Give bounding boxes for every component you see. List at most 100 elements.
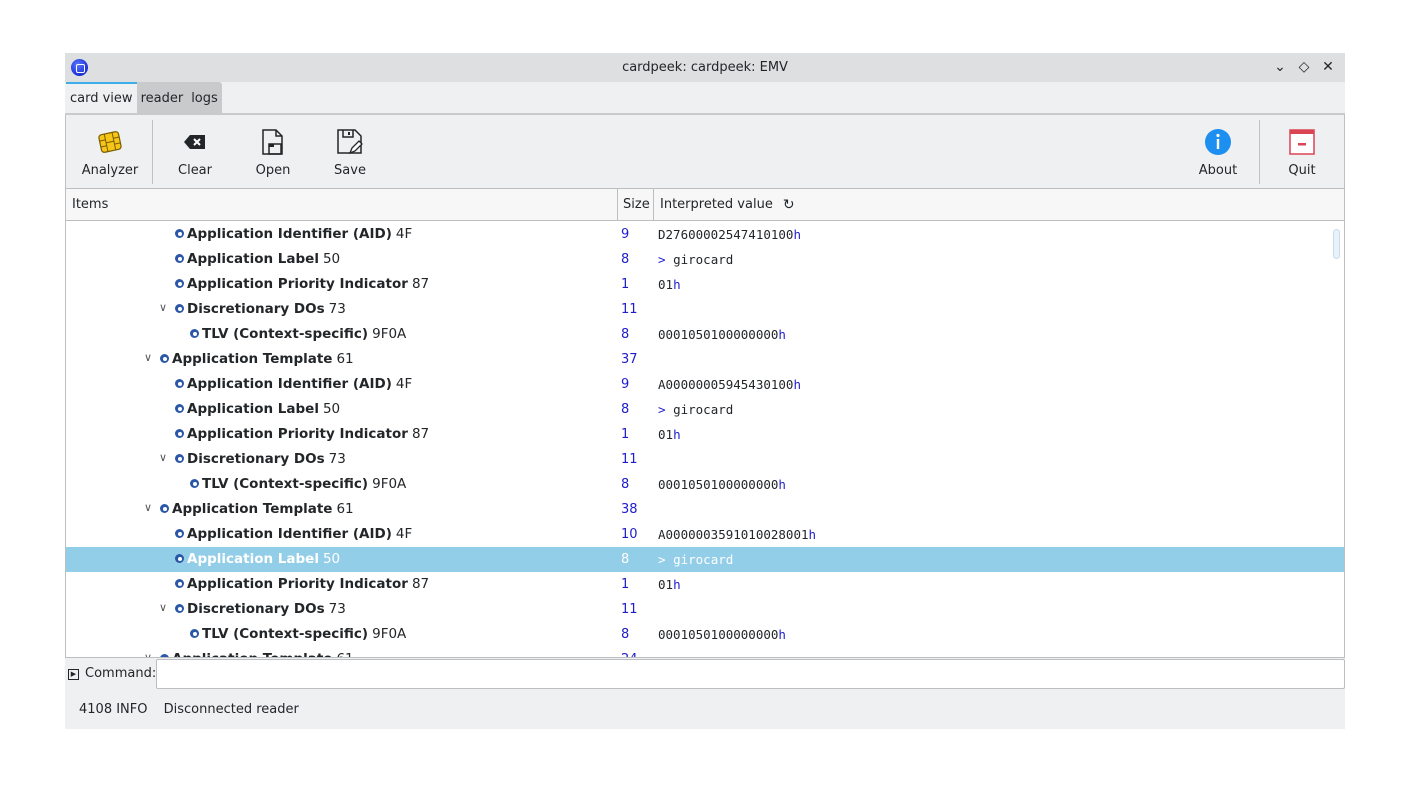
node-size: 11 (621, 602, 638, 617)
tree-row[interactable]: ∨ Discretionary DOs 73 11 (66, 597, 1344, 622)
clear-button[interactable]: Clear (170, 115, 220, 188)
node-value: 0001050100000000h (658, 477, 786, 492)
node-bullet-icon (175, 454, 184, 463)
tree-row[interactable]: Application Label 50 8 > girocard (66, 247, 1344, 272)
value-suffix: h (808, 527, 817, 542)
tree-row[interactable]: ∨ Discretionary DOs 73 11 (66, 447, 1344, 472)
refresh-icon[interactable]: ↻ (783, 189, 795, 221)
tree-row[interactable]: ∨ Discretionary DOs 73 11 (66, 297, 1344, 322)
save-button[interactable]: Save (325, 115, 375, 188)
card-tree-view[interactable]: Items Size Interpreted value ↻ Applicatio… (65, 188, 1345, 658)
node-size: 11 (621, 452, 638, 467)
node-size: 10 (621, 527, 638, 542)
value-text: D27600002547410100 (658, 227, 794, 242)
tree-row[interactable]: Application Priority Indicator 87 1 01h (66, 272, 1344, 297)
tree-row[interactable]: Application Identifier (AID) 4F 9 A00000005… (66, 372, 1344, 397)
tree-row[interactable]: TLV (Context-specific) 9F0A 8 0001050100000… (66, 622, 1344, 647)
column-header-value[interactable]: Interpreted value ↻ (654, 189, 795, 221)
tab-reader[interactable]: reader (137, 82, 188, 115)
node-size: 8 (621, 327, 630, 342)
node-label: Discretionary DOs (187, 451, 325, 467)
node-bullet-icon (160, 504, 169, 513)
tree-row[interactable]: ∨ Application Template 61 38 (66, 497, 1344, 522)
title-bar[interactable]: cardpeek: cardpeek: EMV ⌄ ◇ ✕ (65, 53, 1345, 82)
tab-card-view[interactable]: card view (66, 82, 137, 115)
value-text: girocard (673, 402, 734, 417)
tree-row[interactable]: Application Priority Indicator 87 1 01h (66, 422, 1344, 447)
expand-chevron-icon[interactable]: ∨ (142, 351, 154, 365)
column-header-items[interactable]: Items (66, 189, 618, 221)
node-tag: 9F0A (372, 476, 407, 492)
expand-chevron-icon[interactable]: ∨ (157, 301, 169, 315)
tree-row[interactable]: Application Label 50 8 > girocard (66, 547, 1344, 572)
node-label: TLV (Context-specific) (202, 476, 369, 492)
node-size: 8 (621, 402, 630, 417)
value-suffix: h (778, 627, 786, 642)
node-tag: 9F0A (372, 626, 407, 642)
value-text: 01 (658, 577, 674, 592)
node-label: Application Label (187, 401, 319, 417)
maximize-button[interactable]: ◇ (1295, 57, 1313, 77)
tree-row[interactable]: ∨ Application Template 61 37 (66, 347, 1344, 372)
tab-bar: card view reader logs (65, 82, 1345, 115)
node-name: TLV (Context-specific) 9F0A (202, 626, 406, 642)
expand-chevron-icon[interactable]: ∨ (157, 451, 169, 465)
expand-chevron-icon[interactable]: ∨ (157, 601, 169, 615)
quit-button[interactable]: Quit (1277, 115, 1327, 188)
analyzer-label: Analyzer (81, 163, 139, 178)
column-header-size[interactable]: Size (618, 189, 654, 221)
tree-row[interactable]: Application Label 50 8 > girocard (66, 397, 1344, 422)
console-icon: ▶ (68, 669, 79, 680)
node-bullet-icon (175, 554, 184, 563)
node-name: Application Priority Indicator 87 (187, 276, 429, 292)
expand-chevron-icon[interactable]: ∨ (142, 651, 154, 657)
tree-row[interactable]: Application Identifier (AID) 4F 10 A0000003… (66, 522, 1344, 547)
node-tag: 50 (322, 551, 341, 567)
about-button[interactable]: About (1193, 115, 1243, 188)
window-title: cardpeek: cardpeek: EMV (622, 60, 788, 75)
tree-row[interactable]: Application Priority Indicator 87 1 01h (66, 572, 1344, 597)
node-bullet-icon (175, 429, 184, 438)
about-label: About (1198, 163, 1238, 178)
node-size: 8 (621, 627, 630, 642)
backspace-clear-icon (181, 128, 209, 156)
tree-row[interactable]: Application Identifier (AID) 4F 9 D27600002… (66, 222, 1344, 247)
minimize-button[interactable]: ⌄ (1271, 57, 1289, 77)
value-suffix: h (673, 277, 681, 292)
node-tag: 4F (395, 376, 413, 392)
tab-logs[interactable]: logs (187, 82, 222, 115)
expand-chevron-icon[interactable]: ∨ (142, 501, 154, 515)
analyzer-button[interactable]: Analyzer (80, 115, 140, 188)
node-label: Application Label (187, 551, 319, 567)
node-bullet-icon (175, 529, 184, 538)
node-size: 8 (621, 252, 630, 267)
node-label: Application Template (172, 351, 333, 367)
command-input[interactable] (156, 659, 1345, 689)
vertical-scrollbar[interactable] (1333, 229, 1340, 259)
save-label: Save (334, 163, 366, 178)
close-button[interactable]: ✕ (1319, 57, 1337, 77)
value-prefix: > (658, 402, 674, 417)
tree-row[interactable]: TLV (Context-specific) 9F0A 8 0001050100000… (66, 322, 1344, 347)
node-tag: 61 (336, 651, 353, 657)
toolbar: Analyzer Clear Open Save About Quit (65, 115, 1345, 188)
node-size: 38 (621, 502, 638, 517)
node-label: TLV (Context-specific) (202, 326, 369, 342)
node-tag: 73 (328, 601, 346, 617)
command-label: Command: (85, 666, 157, 681)
tree-row[interactable]: TLV (Context-specific) 9F0A 8 0001050100000… (66, 472, 1344, 497)
status-bar: 4108 INFO Disconnected reader (79, 702, 299, 717)
node-tag: 73 (328, 301, 346, 317)
save-disk-icon (336, 128, 364, 156)
node-tag: 4F (395, 526, 413, 542)
node-size: 37 (621, 352, 638, 367)
node-bullet-icon (175, 604, 184, 613)
node-label: Application Priority Indicator (187, 426, 408, 442)
node-name: Application Priority Indicator 87 (187, 576, 429, 592)
open-button[interactable]: Open (248, 115, 298, 188)
node-size: 11 (621, 302, 638, 317)
value-text: girocard (673, 552, 734, 567)
tree-row[interactable]: ∨Application Template6124 (66, 647, 1344, 657)
node-value: 01h (658, 277, 681, 292)
node-label: Application Priority Indicator (187, 276, 408, 292)
